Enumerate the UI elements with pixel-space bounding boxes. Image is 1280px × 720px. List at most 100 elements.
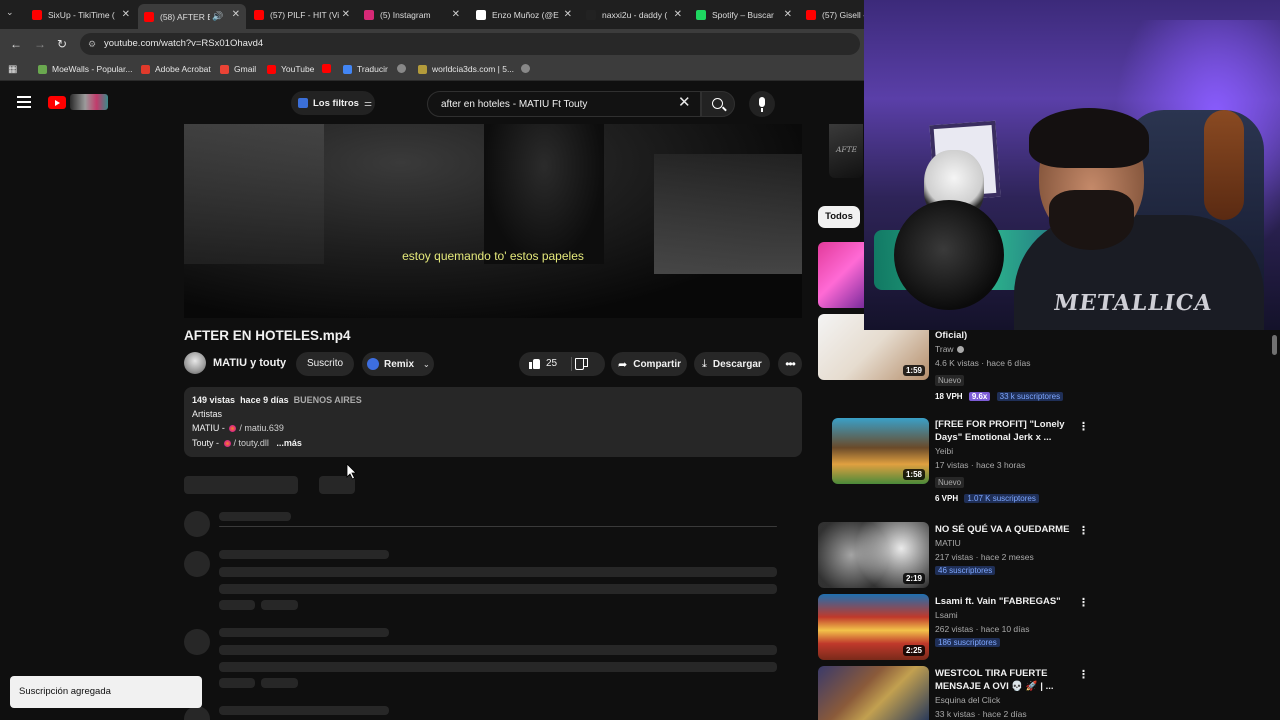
recommendation-thumbnail[interactable] xyxy=(818,242,864,308)
video-player[interactable]: estoy quemando to' estos papeles xyxy=(184,124,802,318)
artist-instagram-link[interactable]: / touty.dll xyxy=(234,438,269,448)
bookmark-youtube[interactable]: YouTube xyxy=(267,64,314,74)
reload-icon[interactable]: ↻ xyxy=(57,37,67,51)
page-scrollbar[interactable] xyxy=(1272,335,1277,355)
search-input[interactable]: after en hoteles - MATIU Ft Touty xyxy=(427,91,701,117)
show-more-link[interactable]: ...más xyxy=(276,438,302,448)
recommendation-channel[interactable]: MATIU xyxy=(935,536,1081,550)
bookmark-youtube-2[interactable] xyxy=(322,64,336,73)
recommendation-meta: 262 vistas · hace 10 días xyxy=(935,624,1030,634)
browser-tab[interactable]: Spotify – Buscar ✕ xyxy=(690,4,798,26)
bookmark-label: Adobe Acrobat xyxy=(155,64,211,74)
hamburger-menu-icon[interactable] xyxy=(17,96,31,108)
artist-instagram-link[interactable]: / matiu.639 xyxy=(239,423,284,433)
browser-tab-active[interactable]: (58) AFTER EN 🔊 ✕ xyxy=(138,4,246,29)
tab-close-icon[interactable]: ✕ xyxy=(564,9,572,20)
recommendation-channel[interactable]: Lsami xyxy=(935,608,1081,622)
bookmark-traducir[interactable]: Traducir xyxy=(343,64,388,74)
recommendation-info: [FREE FOR PROFIT] "Lonely Days" Emotiona… xyxy=(935,418,1081,506)
back-arrow-icon[interactable]: ← xyxy=(10,37,22,51)
bookmark-worldcia3ds[interactable]: worldcia3ds.com | 5... xyxy=(418,64,514,74)
bookmark-globe-2[interactable] xyxy=(521,64,535,73)
download-button[interactable]: ⤓ Descargar xyxy=(694,352,770,376)
bookmark-adobe-acrobat[interactable]: Adobe Acrobat xyxy=(141,64,211,74)
tab-search-chevron-icon[interactable]: ⌄ xyxy=(6,7,14,18)
view-count: 149 vistas xyxy=(192,395,236,405)
youtube-logo-icon[interactable] xyxy=(48,96,66,109)
recommendation-info: NO SÉ QUÉ VA A QUEDARME MATIU 217 vistas… xyxy=(935,522,1081,578)
tab-label: SixUp - TikiTime ( xyxy=(48,10,115,20)
bookmark-gmail[interactable]: Gmail xyxy=(220,64,256,74)
recommendation-title[interactable]: Oficial) xyxy=(935,329,1081,342)
remix-button[interactable]: Remix ⌄ xyxy=(362,352,434,376)
bookmark-globe[interactable] xyxy=(397,64,411,73)
remix-label: Remix xyxy=(384,358,415,370)
voice-search-button[interactable] xyxy=(749,91,775,117)
recommendation-thumbnail[interactable]: 2:19 xyxy=(818,522,929,588)
webcam-overlay: METALLICA xyxy=(864,0,1280,330)
more-vert-icon[interactable]: ⋮ xyxy=(1078,420,1089,433)
tab-label: naxxi2u - daddy ( xyxy=(602,10,668,20)
recommendation-title[interactable]: [FREE FOR PROFIT] "Lonely Days" Emotiona… xyxy=(935,418,1081,444)
recommendation-title[interactable]: WESTCOL TIRA FUERTE MENSAJE A OVI 💀 🚀 | … xyxy=(935,667,1081,693)
bookmark-moewalls[interactable]: MoeWalls - Popular... xyxy=(38,64,132,74)
browser-tab[interactable]: SixUp - TikiTime ( ✕ xyxy=(26,4,136,26)
extension-stats: 18 VPH 9.6x 33 k suscriptores xyxy=(935,390,1081,404)
dislike-button[interactable] xyxy=(577,358,591,372)
tab-close-icon[interactable]: ✕ xyxy=(784,9,792,20)
more-vert-icon[interactable]: ⋮ xyxy=(1078,524,1089,537)
video-frame-figure xyxy=(484,124,604,264)
address-bar[interactable]: ⚙ youtube.com/watch?v=RSx01Ohavd4 xyxy=(80,33,860,55)
channel-name[interactable]: MATIU y touty xyxy=(213,357,286,369)
more-vert-icon[interactable]: ⋮ xyxy=(1078,596,1089,609)
video-duration: 1:58 xyxy=(902,469,925,480)
globe-icon xyxy=(397,64,406,73)
playlist-thumbnail[interactable]: AFTE xyxy=(829,124,863,178)
like-button[interactable]: 25 xyxy=(519,352,569,376)
filters-button[interactable]: Los filtros ⚌ xyxy=(291,91,375,115)
recommendation-thumbnail[interactable] xyxy=(818,666,929,720)
browser-tab[interactable]: (57) Gisell - xyxy=(800,4,864,26)
share-button[interactable]: ➦ Compartir xyxy=(611,352,687,376)
tab-audio-icon[interactable]: 🔊 xyxy=(212,11,223,22)
search-button[interactable] xyxy=(701,91,735,117)
clear-search-icon[interactable]: ✕ xyxy=(678,95,691,110)
chip-todos[interactable]: Todos xyxy=(818,206,860,228)
recommendation-title[interactable]: NO SÉ QUÉ VA A QUEDARME xyxy=(935,523,1081,536)
recommendation-thumbnail[interactable]: 1:58 xyxy=(832,418,929,484)
recommendation-thumbnail[interactable]: 2:25 xyxy=(818,594,929,660)
more-actions-button[interactable]: ••• xyxy=(778,352,802,376)
filters-label: Los filtros xyxy=(313,97,359,109)
apps-grid-icon[interactable]: ▦ xyxy=(8,64,17,75)
sliders-icon: ⚌ xyxy=(363,97,372,108)
bookmark-favicon-icon xyxy=(418,64,427,74)
forward-arrow-icon[interactable]: → xyxy=(34,37,46,51)
tab-close-icon[interactable]: ✕ xyxy=(122,9,130,20)
youtube-doodle-logo[interactable] xyxy=(70,94,108,110)
subscribed-button[interactable]: Suscrito xyxy=(296,352,354,376)
browser-tab[interactable]: Enzo Muñoz (@E ✕ xyxy=(470,4,578,26)
browser-tab[interactable]: naxxi2u - daddy ( ✕ xyxy=(580,4,688,26)
site-info-icon[interactable]: ⚙ xyxy=(88,39,96,50)
more-vert-icon[interactable]: ⋮ xyxy=(1078,668,1089,681)
recommendation-title[interactable]: Lsami ft. Vain "FABREGAS" xyxy=(935,595,1081,608)
tab-close-icon[interactable]: ✕ xyxy=(452,9,460,20)
tab-close-icon[interactable]: ✕ xyxy=(674,9,682,20)
video-description[interactable]: 149 vistas hace 9 días BUENOS AIRES Arti… xyxy=(184,387,802,457)
vph-stat: 18 VPH xyxy=(935,392,963,401)
filter-extension-icon xyxy=(298,98,308,108)
tab-favicon-icon xyxy=(144,11,154,22)
recommendation-channel[interactable]: Esquina del Click xyxy=(935,693,1081,707)
tab-close-icon[interactable]: ✕ xyxy=(342,9,350,20)
divider xyxy=(219,526,777,527)
video-subtitle: estoy quemando to' estos papeles xyxy=(402,249,584,263)
recommendation-channel[interactable]: Yeibi xyxy=(935,444,1081,458)
browser-tab[interactable]: (57) PILF - HIT (Vi ✕ xyxy=(248,4,356,26)
thumbnail-text: AFTE xyxy=(836,145,858,154)
location-link[interactable]: BUENOS AIRES xyxy=(294,395,362,405)
browser-tab[interactable]: (5) Instagram ✕ xyxy=(358,4,466,26)
recommendation-channel[interactable]: Traw xyxy=(935,342,1081,356)
tab-label: Spotify – Buscar xyxy=(712,10,774,20)
channel-avatar[interactable] xyxy=(184,352,206,374)
tab-close-icon[interactable]: ✕ xyxy=(232,9,240,20)
